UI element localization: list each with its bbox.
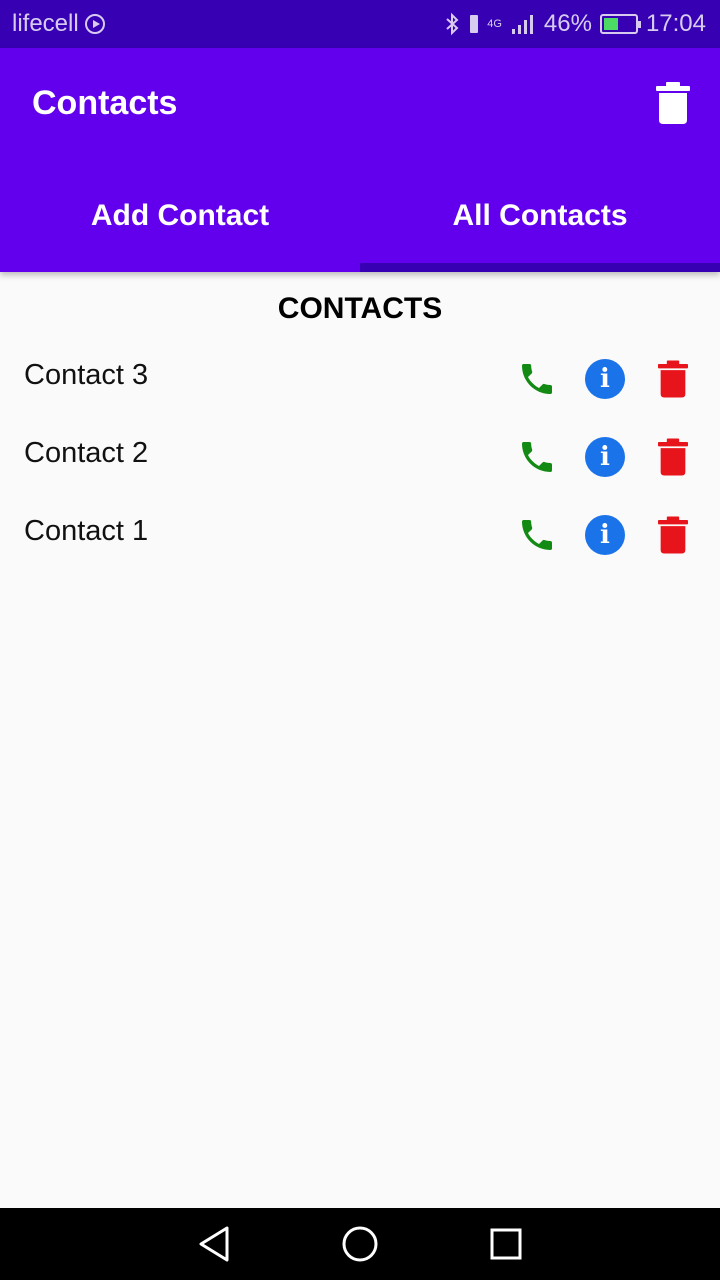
contacts-content: CONTACTS Contact 3 i Contact 2 i Contact… xyxy=(0,272,720,1208)
status-right: 4G 46% 17:04 xyxy=(445,10,706,38)
info-button[interactable]: i xyxy=(584,514,626,556)
row-actions: i xyxy=(516,358,694,400)
call-button[interactable] xyxy=(516,358,558,400)
status-bar: lifecell 4G 46% 17:04 xyxy=(0,0,720,48)
trash-icon xyxy=(656,82,690,124)
info-button[interactable]: i xyxy=(584,358,626,400)
call-button[interactable] xyxy=(516,436,558,478)
status-left: lifecell xyxy=(12,10,105,38)
list-item: Contact 1 i xyxy=(0,496,720,574)
list-item: Contact 2 i xyxy=(0,418,720,496)
tab-all-contacts-label: All Contacts xyxy=(452,199,628,232)
clock: 17:04 xyxy=(645,10,706,37)
delete-contact-button[interactable] xyxy=(652,436,694,478)
home-icon[interactable] xyxy=(341,1225,379,1263)
phone-icon xyxy=(522,442,552,472)
contacts-header: CONTACTS xyxy=(277,292,443,325)
phone-icon xyxy=(522,364,552,394)
back-icon[interactable] xyxy=(197,1225,231,1263)
delete-contact-button[interactable] xyxy=(652,514,694,556)
call-button[interactable] xyxy=(516,514,558,556)
tab-all-contacts[interactable]: All Contacts xyxy=(360,160,720,272)
info-icon: i xyxy=(585,437,625,477)
list-item: Contact 3 i xyxy=(0,340,720,418)
trash-icon xyxy=(658,438,688,476)
vibrate-icon xyxy=(470,15,479,33)
contact-list: Contact 3 i Contact 2 i Contact 1 i xyxy=(0,340,720,574)
contact-name: Contact 2 xyxy=(24,436,149,469)
phone-icon xyxy=(522,520,552,550)
battery-icon xyxy=(599,14,641,34)
info-button[interactable]: i xyxy=(584,436,626,478)
delete-all-button[interactable] xyxy=(656,82,690,124)
carrier-play-icon xyxy=(84,14,105,34)
app-bar: Contacts Add Contact All Contacts xyxy=(0,48,720,272)
tab-bar: Add Contact All Contacts xyxy=(0,160,720,272)
battery-percent: 46% xyxy=(543,10,592,37)
system-nav-bar xyxy=(0,1208,720,1280)
app-title: Contacts xyxy=(32,84,178,122)
network-type: 4G xyxy=(487,17,502,30)
info-icon: i xyxy=(585,359,625,399)
contact-name: Contact 1 xyxy=(24,514,149,547)
bluetooth-icon xyxy=(446,12,459,36)
signal-icon xyxy=(511,15,533,34)
delete-contact-button[interactable] xyxy=(652,358,694,400)
trash-icon xyxy=(658,360,688,398)
info-icon: i xyxy=(585,515,625,555)
contact-name: Contact 3 xyxy=(24,358,149,391)
battery-fill xyxy=(603,18,618,30)
row-actions: i xyxy=(516,436,694,478)
tab-add-contact[interactable]: Add Contact xyxy=(0,160,360,272)
row-actions: i xyxy=(516,514,694,556)
tab-add-contact-label: Add Contact xyxy=(90,199,270,232)
trash-icon xyxy=(658,516,688,554)
carrier-label: lifecell xyxy=(12,10,79,37)
recents-icon[interactable] xyxy=(489,1227,523,1261)
screen: lifecell 4G 46% 17:04 Contacts Add Conta… xyxy=(0,0,720,1280)
